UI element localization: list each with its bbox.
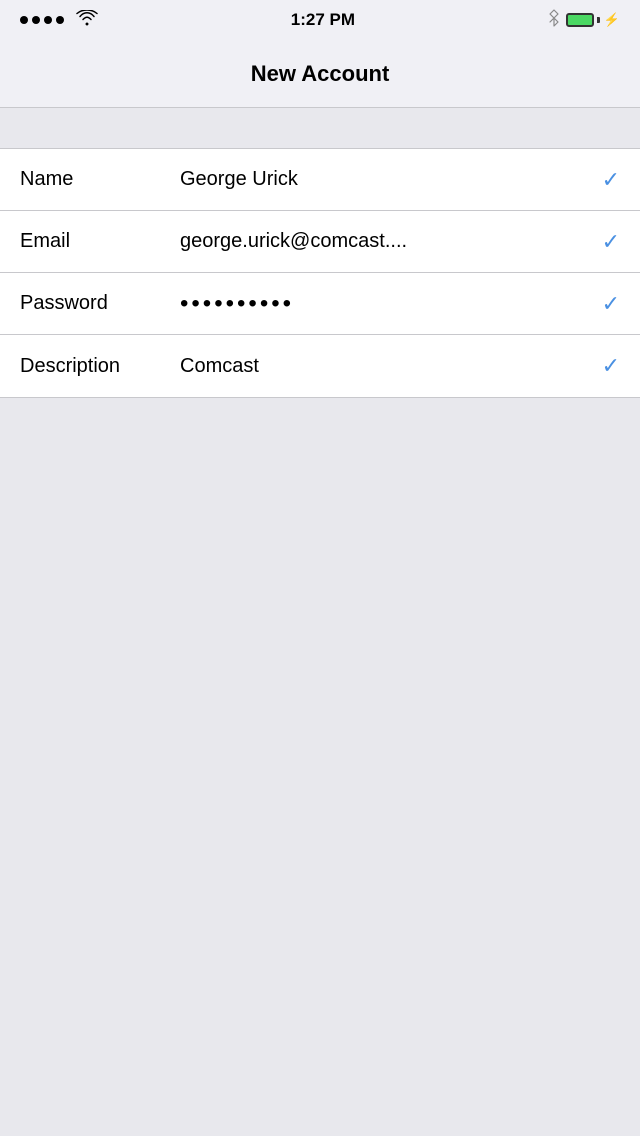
email-label: Email bbox=[20, 230, 180, 253]
description-label: Description bbox=[20, 355, 180, 378]
battery-container: ⚡ bbox=[566, 12, 620, 28]
name-checkmark: ✓ bbox=[602, 167, 620, 193]
battery-bolt-icon: ⚡ bbox=[604, 12, 620, 28]
email-value: george.urick@comcast.... bbox=[180, 230, 594, 253]
password-row[interactable]: Password •••••••••• ✓ bbox=[0, 273, 640, 335]
battery-tip bbox=[597, 17, 600, 23]
bottom-area bbox=[0, 398, 640, 1136]
password-checkmark: ✓ bbox=[602, 291, 620, 317]
form-table: Name George Urick ✓ Email george.urick@c… bbox=[0, 148, 640, 398]
nav-bar: New Account bbox=[0, 40, 640, 108]
signal-dot-2 bbox=[32, 16, 40, 24]
status-right: ⚡ bbox=[548, 9, 620, 31]
name-label: Name bbox=[20, 168, 180, 191]
name-row[interactable]: Name George Urick ✓ bbox=[0, 149, 640, 211]
password-value: •••••••••• bbox=[180, 290, 594, 318]
status-bar: 1:27 PM ⚡ bbox=[0, 0, 640, 40]
password-label: Password bbox=[20, 292, 180, 315]
status-left bbox=[20, 10, 98, 31]
description-checkmark: ✓ bbox=[602, 353, 620, 379]
signal-dots bbox=[20, 16, 64, 24]
email-checkmark: ✓ bbox=[602, 229, 620, 255]
description-value: Comcast bbox=[180, 355, 594, 378]
nav-title: New Account bbox=[251, 61, 390, 87]
section-gap bbox=[0, 108, 640, 148]
name-value: George Urick bbox=[180, 168, 594, 191]
email-row[interactable]: Email george.urick@comcast.... ✓ bbox=[0, 211, 640, 273]
status-time: 1:27 PM bbox=[98, 10, 548, 30]
battery-body bbox=[566, 13, 594, 27]
signal-dot-4 bbox=[56, 16, 64, 24]
signal-dot-3 bbox=[44, 16, 52, 24]
wifi-icon bbox=[76, 10, 98, 31]
bluetooth-icon bbox=[548, 9, 560, 31]
description-row[interactable]: Description Comcast ✓ bbox=[0, 335, 640, 397]
signal-dot-1 bbox=[20, 16, 28, 24]
